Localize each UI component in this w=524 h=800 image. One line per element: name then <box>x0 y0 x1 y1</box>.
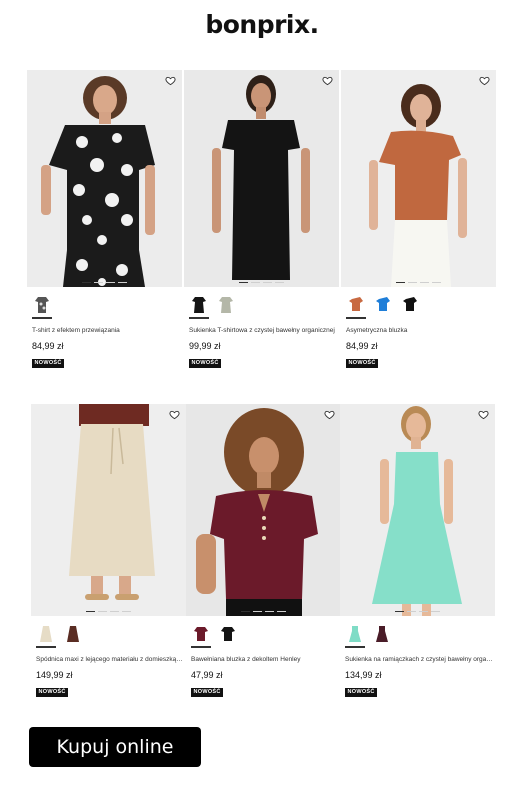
model-photo <box>31 404 186 616</box>
color-swatches <box>345 623 495 648</box>
product-card[interactable]: Asymetryczna bluzka 84,99 zł NOWOŚĆ <box>341 70 496 369</box>
product-price: 149,99 zł <box>36 670 73 680</box>
product-name[interactable]: Spódnica maxi z lejącego materiału z dom… <box>36 656 184 663</box>
dress-swatch-icon <box>192 297 206 313</box>
model-photo <box>186 404 341 616</box>
shirt-swatch-icon <box>35 297 49 313</box>
new-badge: NOWOŚĆ <box>189 358 222 368</box>
color-swatch[interactable] <box>346 294 366 319</box>
product-card[interactable]: Sukienka T-shirtowa z czystej bawełny or… <box>184 70 339 369</box>
shirt-swatch-icon <box>221 627 235 641</box>
product-card[interactable]: Sukienka na ramiączkach z czystej bawełn… <box>340 404 495 698</box>
product-image[interactable] <box>27 70 182 287</box>
color-swatch[interactable] <box>345 623 365 648</box>
new-badge: NOWOŚĆ <box>36 687 69 697</box>
color-swatch[interactable] <box>63 623 83 648</box>
top-swatch-icon <box>403 297 417 311</box>
color-swatch[interactable] <box>189 294 209 319</box>
product-image[interactable] <box>184 70 339 287</box>
color-swatches <box>191 623 341 648</box>
product-image[interactable] <box>341 70 496 287</box>
heart-icon[interactable] <box>322 75 333 86</box>
color-swatches <box>36 623 186 648</box>
new-badge: NOWOŚĆ <box>346 358 379 368</box>
dress-swatch-icon <box>376 626 388 642</box>
color-swatch[interactable] <box>373 294 393 319</box>
image-pager[interactable] <box>27 281 182 283</box>
brand-logo[interactable]: bonprix. <box>0 10 524 39</box>
product-price: 47,99 zł <box>191 670 223 680</box>
heart-icon[interactable] <box>479 75 490 86</box>
shop-online-button[interactable]: Kupuj online <box>29 727 201 767</box>
product-name[interactable]: Sukienka na ramiączkach z czystej bawełn… <box>345 656 493 663</box>
skirt-swatch-icon <box>40 626 52 642</box>
color-swatches <box>189 294 339 319</box>
color-swatch[interactable] <box>36 623 56 648</box>
model-photo <box>27 70 182 287</box>
color-swatches <box>346 294 496 319</box>
heart-icon[interactable] <box>324 409 335 420</box>
image-pager[interactable] <box>184 281 339 283</box>
color-swatch[interactable] <box>372 623 392 648</box>
product-image[interactable] <box>340 404 495 616</box>
color-swatch[interactable] <box>191 623 211 648</box>
product-image[interactable] <box>186 404 341 616</box>
new-badge: NOWOŚĆ <box>32 358 65 368</box>
heart-icon[interactable] <box>165 75 176 86</box>
product-name[interactable]: Asymetryczna bluzka <box>346 327 494 334</box>
product-price: 84,99 zł <box>346 341 378 351</box>
shirt-swatch-icon <box>194 627 208 641</box>
dress-swatch-icon <box>349 626 361 642</box>
product-price: 134,99 zł <box>345 670 382 680</box>
top-swatch-icon <box>349 297 363 311</box>
color-swatches <box>32 294 182 319</box>
color-swatch[interactable] <box>400 294 420 319</box>
product-card[interactable]: T-shirt z efektem przewiązania 84,99 zł … <box>27 70 182 369</box>
product-price: 99,99 zł <box>189 341 221 351</box>
product-card[interactable]: Spódnica maxi z lejącego materiału z dom… <box>31 404 186 698</box>
skirt-swatch-icon <box>67 626 79 642</box>
image-pager[interactable] <box>341 281 496 283</box>
image-pager[interactable] <box>31 610 186 612</box>
product-name[interactable]: Bawełniana bluzka z dekoltem Henley <box>191 656 339 663</box>
product-card[interactable]: Bawełniana bluzka z dekoltem Henley 47,9… <box>186 404 341 698</box>
product-price: 84,99 zł <box>32 341 64 351</box>
color-swatch[interactable] <box>32 294 52 319</box>
product-image[interactable] <box>31 404 186 616</box>
image-pager[interactable] <box>340 610 495 612</box>
model-photo <box>184 70 339 287</box>
image-pager[interactable] <box>186 610 341 612</box>
color-swatch[interactable] <box>218 623 238 648</box>
new-badge: NOWOŚĆ <box>345 687 378 697</box>
heart-icon[interactable] <box>478 409 489 420</box>
model-photo <box>340 404 495 616</box>
product-name[interactable]: T-shirt z efektem przewiązania <box>32 327 180 334</box>
top-swatch-icon <box>376 297 390 311</box>
color-swatch[interactable] <box>216 294 236 319</box>
dress-swatch-icon <box>219 297 233 313</box>
model-photo <box>341 70 496 287</box>
new-badge: NOWOŚĆ <box>191 687 224 697</box>
heart-icon[interactable] <box>169 409 180 420</box>
product-name[interactable]: Sukienka T-shirtowa z czystej bawełny or… <box>189 327 337 334</box>
